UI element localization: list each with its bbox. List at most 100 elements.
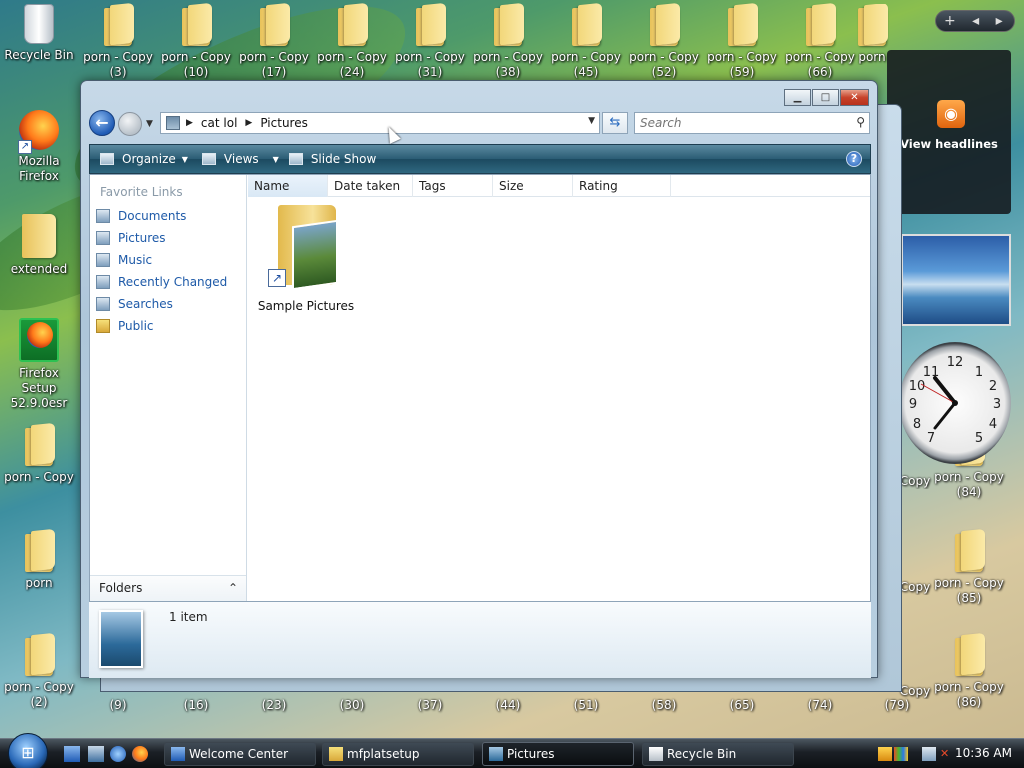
- nav-link-searches[interactable]: Searches: [96, 297, 173, 311]
- nav-link-music[interactable]: Music: [96, 253, 152, 267]
- desktop-icon-firefox[interactable]: ↗ Mozilla Firefox: [0, 110, 78, 184]
- refresh-button[interactable]: ⇆: [602, 112, 628, 134]
- desktop-icon-folder[interactable]: porn: [852, 4, 892, 65]
- slideshow-gadget[interactable]: [901, 234, 1011, 326]
- clock-number: 12: [947, 355, 964, 370]
- desktop-icon-label: porn - Copy (3): [83, 50, 153, 79]
- clock-number: 9: [909, 397, 917, 412]
- welcome-center-icon: [171, 747, 185, 761]
- chevron-right-icon[interactable]: ▶: [186, 118, 193, 128]
- network-icon[interactable]: [922, 747, 936, 761]
- taskbar-clock[interactable]: 10:36 AM: [955, 746, 1012, 760]
- breadcrumb-cat-lol[interactable]: cat lol: [201, 116, 237, 130]
- search-input[interactable]: [635, 113, 840, 133]
- clock-number: 3: [993, 397, 1001, 412]
- taskbar-button-welcome-center[interactable]: Welcome Center: [164, 742, 316, 766]
- clock-number: 1: [975, 365, 983, 380]
- desktop-icon-porn-copy[interactable]: porn - Copy: [0, 424, 78, 485]
- folder-with-pictures-icon: ↗: [264, 201, 348, 295]
- desktop-icon-label: porn - Copy (17): [239, 50, 309, 79]
- views-button[interactable]: Views ▼: [201, 152, 279, 166]
- taskbar: ⊞ Welcome Center mfplatsetup Pictures Re…: [0, 733, 1024, 768]
- maximize-button[interactable]: □: [812, 89, 839, 106]
- volume-muted-icon[interactable]: ✕: [940, 747, 954, 761]
- shortcut-arrow-icon: ↗: [18, 140, 32, 154]
- clock-gadget[interactable]: 12 1 2 3 4 5 7 8 9 10 11: [899, 342, 1011, 466]
- minimize-button[interactable]: ▁: [784, 89, 811, 106]
- folder-icon: [414, 4, 446, 46]
- explorer-window[interactable]: ▁ □ ✕ ← ▼ ▶ cat lol ▶ Pictures ▼ ⇆ ⚲ Org…: [80, 80, 878, 678]
- feed-headlines-label[interactable]: View headlines: [887, 137, 1011, 151]
- folders-toggle[interactable]: Folders ⌃: [90, 575, 246, 601]
- desktop-icon-extended[interactable]: extended: [0, 214, 78, 277]
- taskbar-button-pictures[interactable]: Pictures: [482, 742, 634, 766]
- desktop-icon-folder[interactable]: porn - Copy (10): [157, 4, 235, 80]
- help-button[interactable]: ?: [846, 151, 862, 167]
- recent-pages-dropdown-icon[interactable]: ▼: [146, 119, 153, 129]
- nav-link-public[interactable]: Public: [96, 319, 154, 333]
- desktop-icon-folder[interactable]: porn - Copy (38): [469, 4, 547, 80]
- sidebar-toolbar[interactable]: + ◂ ▸: [935, 10, 1015, 32]
- desktop-icon-folder[interactable]: porn - Copy (24): [313, 4, 391, 80]
- taskbar-button-mfplatsetup[interactable]: mfplatsetup: [322, 742, 474, 766]
- address-dropdown-icon[interactable]: ▼: [588, 116, 595, 126]
- clock-number: 10: [909, 379, 926, 394]
- internet-explorer-icon[interactable]: [110, 746, 126, 762]
- desktop-icon-porn[interactable]: porn: [0, 530, 78, 591]
- pictures-icon: [96, 231, 110, 245]
- windows-flag-icon[interactable]: [894, 747, 908, 761]
- desktop-icon-folder[interactable]: porn - Copy (17): [235, 4, 313, 80]
- pictures-icon: [489, 747, 503, 761]
- slide-show-icon: [288, 153, 303, 165]
- slide-show-button[interactable]: Slide Show: [288, 152, 376, 166]
- folder-icon: [804, 4, 836, 46]
- desktop-icon-firefox-setup[interactable]: Firefox Setup 52.9.0esr: [0, 318, 78, 411]
- column-tags[interactable]: Tags: [413, 175, 493, 197]
- folder-icon: [856, 4, 888, 46]
- desktop-icon-recycle-bin[interactable]: Recycle Bin: [0, 4, 78, 63]
- switch-windows-icon[interactable]: [88, 746, 104, 762]
- nav-link-recently-changed[interactable]: Recently Changed: [96, 275, 227, 289]
- desktop-icon-label: Firefox Setup 52.9.0esr: [10, 366, 68, 410]
- searches-icon: [96, 297, 110, 311]
- desktop-icon-label: porn - Copy (45): [551, 50, 621, 79]
- column-name[interactable]: Name: [248, 175, 328, 197]
- search-box[interactable]: ⚲: [634, 112, 870, 134]
- file-item-sample-pictures[interactable]: ↗ Sample Pictures: [256, 201, 356, 313]
- column-size[interactable]: Size: [493, 175, 573, 197]
- breadcrumb-pictures[interactable]: Pictures: [260, 116, 308, 130]
- desktop-icon-folder[interactable]: porn - Copy (31): [391, 4, 469, 80]
- desktop-icon-folder[interactable]: porn - Copy (52): [625, 4, 703, 80]
- organize-button[interactable]: Organize ▼: [100, 152, 188, 166]
- desktop-icon-folder[interactable]: porn - Copy (3): [79, 4, 157, 80]
- column-date-taken[interactable]: Date taken: [328, 175, 413, 197]
- search-icon[interactable]: ⚲: [856, 115, 865, 129]
- firefox-quicklaunch-icon[interactable]: [132, 746, 148, 762]
- nav-link-documents[interactable]: Documents: [96, 209, 186, 223]
- recycle-bin-icon: [649, 747, 663, 761]
- desktop-icon-label: extended: [10, 262, 68, 276]
- nav-link-pictures[interactable]: Pictures: [96, 231, 166, 245]
- desktop-icon-porn-copy-2[interactable]: porn - Copy (2): [0, 634, 78, 710]
- desktop-icon-folder[interactable]: porn - Copy (59): [703, 4, 781, 80]
- shortcut-arrow-icon: ↗: [268, 269, 286, 287]
- desktop-icon-label-partial: (9): [109, 698, 127, 712]
- column-rating[interactable]: Rating: [573, 175, 671, 197]
- clock-face: 12 1 2 3 4 5 7 8 9 10 11: [899, 342, 1011, 464]
- close-button[interactable]: ✕: [840, 89, 869, 106]
- chevron-right-icon[interactable]: ▶: [245, 118, 252, 128]
- desktop-icon-label: porn - Copy (66): [785, 50, 855, 79]
- back-button[interactable]: ←: [89, 110, 115, 136]
- desktop-icon-folder[interactable]: porn - Copy (66): [781, 4, 859, 80]
- desktop-icon-folder[interactable]: porn - Copy (45): [547, 4, 625, 80]
- security-shield-icon[interactable]: [878, 747, 892, 761]
- taskbar-button-recycle-bin[interactable]: Recycle Bin: [642, 742, 794, 766]
- feed-headlines-gadget[interactable]: ◉ View headlines: [887, 50, 1011, 214]
- folder-icon: [22, 214, 56, 258]
- forward-button[interactable]: [118, 112, 142, 136]
- desktop-icon-label: porn - Copy (52): [629, 50, 699, 79]
- clock-number: 8: [913, 417, 921, 432]
- show-desktop-icon[interactable]: [64, 746, 80, 762]
- address-bar[interactable]: ▶ cat lol ▶ Pictures ▼: [160, 112, 600, 134]
- start-button[interactable]: ⊞: [8, 733, 48, 768]
